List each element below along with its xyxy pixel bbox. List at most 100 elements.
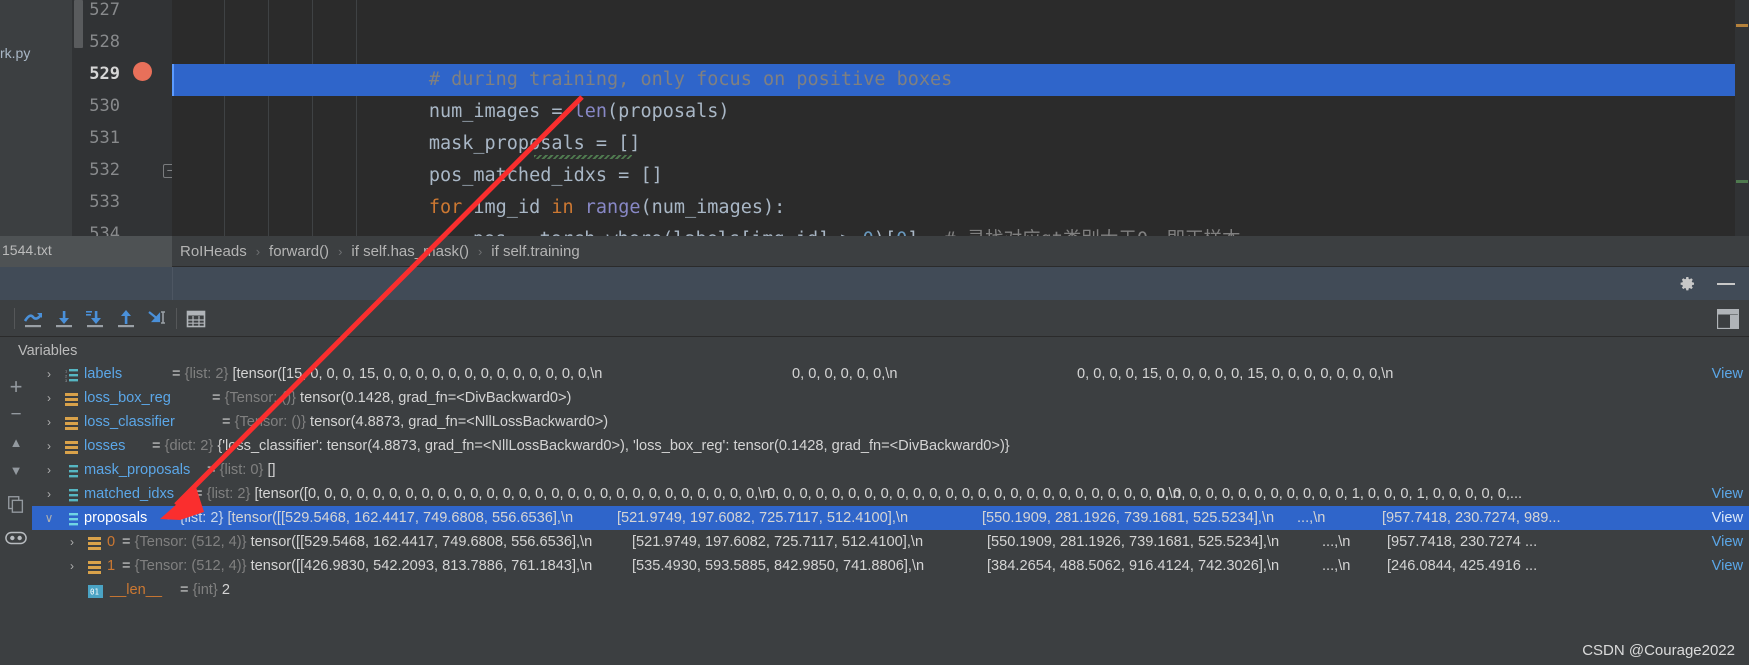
variable-name: mask_proposals — [84, 462, 191, 478]
line-number-current: 529 — [89, 64, 120, 84]
variables-side-toolbar: + − ▲ ▼ — [0, 366, 32, 665]
chevron-right-icon[interactable]: › — [42, 366, 56, 386]
variables-tree[interactable]: › 123 labels = {list: 2} [tensor([15, 0,… — [32, 366, 1749, 665]
chevron-right-icon: › — [477, 244, 483, 259]
variable-value-cont: [521.9749, 197.6082, 725.7117, 512.4100]… — [632, 534, 924, 550]
step-over-icon[interactable] — [20, 306, 46, 332]
layout-settings-icon[interactable] — [1716, 308, 1740, 330]
tensor-icon — [65, 391, 78, 406]
variable-value-cont: [535.4930, 593.5885, 842.9850, 741.8806]… — [632, 558, 925, 574]
add-watch-icon[interactable]: + — [5, 376, 27, 398]
svg-text:01: 01 — [90, 588, 99, 597]
variable-value: = {list: 0} [] — [207, 462, 276, 478]
variable-value: = {Tensor: (512, 4)} tensor([[426.9830, … — [122, 558, 593, 574]
chevron-down-icon[interactable]: ∨ — [42, 506, 56, 530]
gear-icon[interactable] — [1678, 275, 1696, 293]
variable-name: __len__ — [110, 582, 162, 598]
debug-toolbar — [0, 300, 1749, 337]
line-number: 527 — [89, 0, 120, 20]
variable-value-cont2: [384.2654, 488.5062, 916.4124, 742.3026]… — [987, 558, 1280, 574]
list-icon: 123 — [65, 367, 78, 383]
variable-row-mask-proposals[interactable]: › mask_proposals = {list: 0} [] — [32, 458, 1749, 482]
variable-row-losses[interactable]: › losses = {dict: 2} {'loss_classifier':… — [32, 434, 1749, 458]
remove-watch-icon[interactable]: − — [5, 404, 27, 426]
view-link[interactable]: View — [1712, 482, 1743, 506]
move-up-icon[interactable]: ▲ — [5, 432, 27, 454]
chevron-right-icon[interactable]: › — [42, 458, 56, 482]
line-number: 534 — [89, 224, 120, 236]
inspect-icon[interactable] — [5, 529, 27, 551]
variable-value-cont2: [550.1909, 281.1926, 739.1681, 525.5234]… — [987, 534, 1280, 550]
chevron-right-icon[interactable]: › — [42, 482, 56, 506]
code-line-528: # during training, only focus on positiv… — [172, 32, 1735, 90]
step-out-icon[interactable] — [113, 306, 139, 332]
variable-row-proposals-1[interactable]: › 1 = {Tensor: (512, 4)} tensor([[426.98… — [32, 554, 1749, 578]
variable-name: loss_box_reg — [84, 390, 171, 406]
view-link[interactable]: View — [1712, 506, 1743, 530]
variable-row-loss-classifier[interactable]: › loss_classifier = {Tensor: ()} tensor(… — [32, 410, 1749, 434]
list-icon — [65, 487, 78, 502]
open-file-label: rk.py — [0, 45, 31, 61]
copy-value-icon[interactable] — [5, 494, 27, 516]
variable-value: = {Tensor: (512, 4)} tensor([[529.5468, … — [122, 534, 593, 550]
breakpoint-icon[interactable] — [133, 62, 152, 81]
tab-variables[interactable]: Variables — [18, 343, 77, 359]
chevron-right-icon: › — [338, 244, 343, 259]
variable-value-ellipsis: ...,\n — [1297, 510, 1326, 526]
header-divider — [172, 267, 173, 300]
variable-name: 1 — [107, 558, 116, 574]
variable-row-loss-box-reg[interactable]: › loss_box_reg = {Tensor: ()} tensor(0.1… — [32, 386, 1749, 410]
variable-row-len[interactable]: 01 __len__ = {int} 2 — [32, 578, 1749, 602]
variable-name: labels — [84, 366, 123, 382]
chevron-right-icon[interactable]: › — [65, 554, 79, 578]
chevron-right-icon[interactable]: › — [65, 530, 79, 554]
int-icon: 01 — [88, 583, 103, 598]
editor-tab-label[interactable]: 1544.txt — [2, 242, 52, 258]
inspection-squiggle — [534, 155, 632, 159]
run-to-cursor-icon[interactable] — [144, 306, 170, 332]
editor-right-scrollbar[interactable] — [1735, 0, 1749, 236]
breadcrumb-item-branch-1[interactable]: if self.has_mask() — [351, 243, 469, 260]
minimize-icon[interactable] — [1717, 283, 1735, 285]
code-line-533: pos = torch.where(labels[img_id] > 0)[0]… — [172, 192, 1735, 236]
breadcrumb-item-branch-2[interactable]: if self.training — [491, 243, 579, 260]
line-number: 533 — [89, 192, 120, 212]
code-text-area[interactable]: # during training, only focus on positiv… — [172, 0, 1735, 236]
variable-row-matched-idxs[interactable]: › matched_idxs = {list: 2} [tensor([0, 0… — [32, 482, 1749, 506]
tensor-icon — [65, 439, 78, 454]
force-step-into-icon[interactable] — [82, 306, 108, 332]
code-line-529: num_images = len(proposals) — [172, 64, 1735, 122]
evaluate-expression-icon[interactable] — [183, 306, 209, 332]
breadcrumb-item-method[interactable]: forward() — [269, 243, 329, 260]
variable-value-cont: [521.9749, 197.6082, 725.7117, 512.4100]… — [617, 510, 909, 526]
breadcrumb-item-class[interactable]: RoIHeads — [180, 243, 247, 260]
breadcrumb: RoIHeads › forward() › if self.has_mask(… — [180, 236, 580, 267]
chevron-right-icon[interactable]: › — [42, 386, 56, 410]
variable-value: = {int} 2 — [180, 582, 230, 598]
view-link[interactable]: View — [1712, 366, 1743, 386]
view-link[interactable]: View — [1712, 554, 1743, 578]
chevron-right-icon[interactable]: › — [42, 434, 56, 458]
code-editor[interactable]: rk.py 527 528 529 530 531 532 533 534 − … — [0, 0, 1749, 236]
variable-value: = {dict: 2} {'loss_classifier': tensor(4… — [152, 438, 1010, 454]
list-icon — [65, 511, 78, 526]
variable-row-proposals-0[interactable]: › 0 = {Tensor: (512, 4)} tensor([[529.54… — [32, 530, 1749, 554]
variable-row-labels[interactable]: › 123 labels = {list: 2} [tensor([15, 0,… — [32, 366, 1749, 386]
editor-left-strip — [0, 0, 72, 236]
debug-panel-header — [0, 267, 1749, 300]
view-link[interactable]: View — [1712, 530, 1743, 554]
variable-value-cont2: 0, 0, 0, 0, 15, 0, 0, 0, 0, 0, 15, 0, 0,… — [1077, 366, 1394, 382]
svg-text:3: 3 — [65, 378, 68, 383]
tensor-icon — [65, 415, 78, 430]
step-into-icon[interactable] — [51, 306, 77, 332]
code-line-532: for img_id in range(num_images): — [172, 160, 1735, 218]
line-number: 531 — [89, 128, 120, 148]
toolbar-divider — [14, 308, 15, 329]
list-icon — [65, 463, 78, 478]
variable-row-proposals[interactable]: ∨ proposals = {list: 2} [tensor([[529.54… — [32, 506, 1749, 530]
move-down-icon[interactable]: ▼ — [5, 460, 27, 482]
variable-value: = {list: 2} [tensor([0, 0, 0, 0, 0, 0, 0… — [194, 486, 771, 502]
chevron-right-icon[interactable]: › — [42, 410, 56, 434]
editor-gutter[interactable]: 527 528 529 530 531 532 533 534 — [86, 0, 172, 236]
tensor-icon — [88, 535, 101, 550]
